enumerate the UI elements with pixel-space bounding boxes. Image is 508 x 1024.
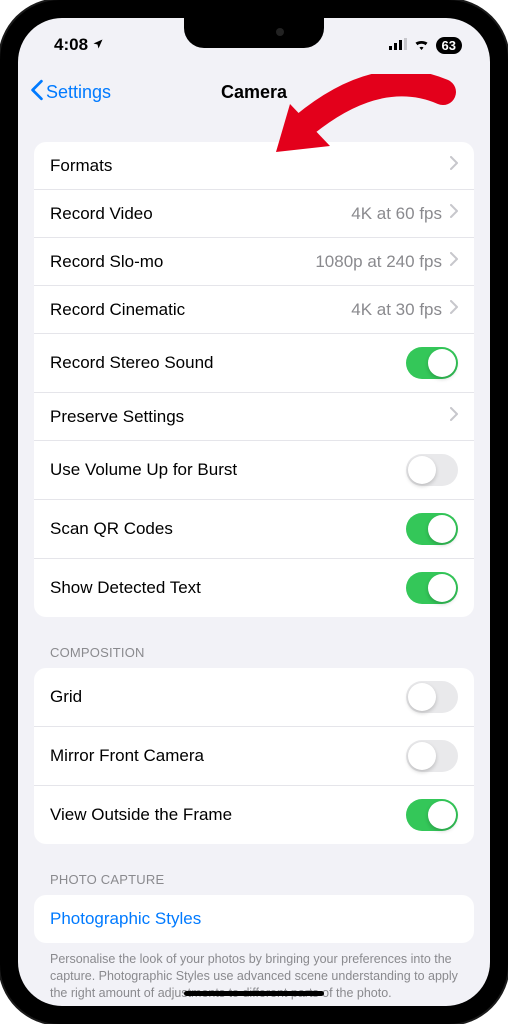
content: Formats Record Video 4K at 60 fps [18,118,490,1002]
chevron-left-icon [30,79,44,106]
stereo-sound-row: Record Stereo Sound [34,334,474,393]
outside-frame-row: View Outside the Frame [34,786,474,844]
preserve-settings-label: Preserve Settings [50,407,184,427]
home-indicator[interactable] [184,991,324,996]
battery-indicator: 63 [436,37,462,54]
volume-burst-row: Use Volume Up for Burst [34,441,474,500]
scan-qr-label: Scan QR Codes [50,519,173,539]
grid-row: Grid [34,668,474,727]
volume-burst-label: Use Volume Up for Burst [50,460,237,480]
record-cinematic-label: Record Cinematic [50,300,185,320]
mirror-front-label: Mirror Front Camera [50,746,204,766]
stereo-sound-toggle[interactable] [406,347,458,379]
scan-qr-row: Scan QR Codes [34,500,474,559]
record-cinematic-value: 4K at 30 fps [351,300,442,320]
chevron-right-icon [450,300,458,319]
status-time: 4:08 [54,35,88,55]
location-icon [92,38,104,53]
photo-capture-header: PHOTO CAPTURE [34,872,474,895]
preserve-settings-row[interactable]: Preserve Settings [34,393,474,441]
record-slomo-label: Record Slo-mo [50,252,163,272]
record-video-row[interactable]: Record Video 4K at 60 fps [34,190,474,238]
mirror-front-toggle[interactable] [406,740,458,772]
main-settings-group: Formats Record Video 4K at 60 fps [34,142,474,617]
back-button[interactable]: Settings [30,79,111,106]
photo-capture-group: Photographic Styles [34,895,474,943]
main-section: Formats Record Video 4K at 60 fps [34,142,474,617]
chevron-right-icon [450,407,458,426]
chevron-right-icon [450,204,458,223]
wifi-icon [413,37,430,54]
scan-qr-toggle[interactable] [406,513,458,545]
outside-frame-label: View Outside the Frame [50,805,232,825]
notch [184,18,324,48]
device-frame: 4:08 63 S [0,0,508,1024]
photo-capture-section: PHOTO CAPTURE Photographic Styles Person… [34,872,474,1002]
back-label: Settings [46,82,111,103]
formats-label: Formats [50,156,112,176]
record-slomo-row[interactable]: Record Slo-mo 1080p at 240 fps [34,238,474,286]
photographic-styles-row[interactable]: Photographic Styles [34,895,474,943]
cellular-signal-icon [389,37,407,54]
front-camera-dot [276,28,284,36]
detected-text-toggle[interactable] [406,572,458,604]
chevron-right-icon [450,156,458,175]
stereo-sound-label: Record Stereo Sound [50,353,214,373]
chevron-right-icon [450,252,458,271]
page-title: Camera [221,82,287,103]
formats-row[interactable]: Formats [34,142,474,190]
outside-frame-toggle[interactable] [406,799,458,831]
nav-header: Settings Camera [18,66,490,118]
detected-text-row: Show Detected Text [34,559,474,617]
composition-section: COMPOSITION Grid Mirror Front Camera Vie… [34,645,474,844]
screen: 4:08 63 S [18,18,490,1006]
record-video-value: 4K at 60 fps [351,204,442,224]
grid-label: Grid [50,687,82,707]
photographic-styles-label: Photographic Styles [50,909,201,929]
grid-toggle[interactable] [406,681,458,713]
record-slomo-value: 1080p at 240 fps [315,252,442,272]
composition-header: COMPOSITION [34,645,474,668]
composition-group: Grid Mirror Front Camera View Outside th… [34,668,474,844]
detected-text-label: Show Detected Text [50,578,201,598]
record-cinematic-row[interactable]: Record Cinematic 4K at 30 fps [34,286,474,334]
mirror-front-row: Mirror Front Camera [34,727,474,786]
volume-burst-toggle[interactable] [406,454,458,486]
record-video-label: Record Video [50,204,153,224]
